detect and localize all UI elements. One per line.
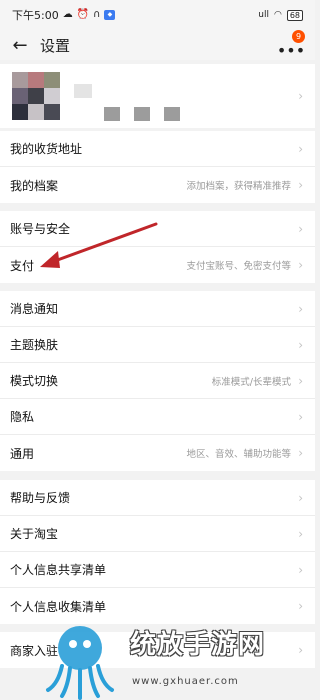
chevron-right-icon: › — [298, 490, 303, 505]
username-mosaic — [74, 84, 92, 98]
avatar — [12, 72, 60, 120]
settings-section-help: 帮助与反馈 › 关于淘宝 › 个人信息共享清单 › 个人信息收集清单 › — [0, 480, 315, 624]
avatar-mosaic-cell — [44, 88, 60, 104]
chevron-right-icon: › — [298, 409, 303, 424]
avatar-mosaic-cell — [12, 88, 28, 104]
row-label: 我的档案 — [10, 178, 59, 193]
settings-section-general: 消息通知 › 主题换肤 › 模式切换 标准模式/长辈模式 › 隐私 › 通用 地… — [0, 291, 315, 471]
avatar-mosaic-cell — [12, 72, 28, 88]
settings-row-general[interactable]: 通用 地区、音效、辅助功能等 › — [0, 435, 315, 471]
row-label: 消息通知 — [10, 302, 59, 316]
chevron-right-icon: › — [298, 178, 303, 192]
avatar-mosaic-cell — [12, 104, 28, 120]
row-label: 模式切换 — [10, 374, 59, 388]
account-mosaic — [134, 107, 150, 121]
row-hint: 地区、音效、辅助功能等 — [186, 449, 291, 460]
chevron-right-icon: › — [298, 446, 303, 460]
chevron-right-icon: › — [298, 141, 303, 156]
settings-row-merchant[interactable]: 商家入驻 › — [0, 632, 315, 668]
row-label: 账号与安全 — [10, 222, 71, 236]
settings-row-payment[interactable]: 支付 支付宝账号、免密支付等 › — [0, 247, 315, 283]
avatar-mosaic-cell — [28, 104, 44, 120]
chevron-right-icon: › — [298, 526, 303, 541]
status-left: 下午5:00 ☁ ⏰ ∩ ◆ — [12, 7, 116, 23]
row-label: 关于淘宝 — [10, 527, 59, 541]
status-bar: 下午5:00 ☁ ⏰ ∩ ◆ ull ◠ 68 — [0, 0, 315, 30]
row-label: 主题换肤 — [10, 338, 59, 352]
settings-row-theme[interactable]: 主题换肤 › — [0, 327, 315, 363]
chevron-right-icon: › — [298, 337, 303, 352]
row-hint: 标准模式/长辈模式 — [211, 376, 291, 388]
watermark-url: www.gxhuaer.com — [132, 676, 239, 687]
more-dots-icon: ••• — [276, 41, 306, 60]
settings-row-notifications[interactable]: 消息通知 › — [0, 291, 315, 327]
page-title: 设置 — [40, 36, 71, 55]
account-mosaic — [104, 107, 120, 121]
settings-row-account-security[interactable]: 账号与安全 › — [0, 211, 315, 247]
row-hint: 添加档案，获得精准推荐 — [186, 181, 291, 192]
settings-row-info-sharing[interactable]: 个人信息共享清单 › — [0, 552, 315, 588]
chevron-right-icon: › — [298, 562, 303, 577]
avatar-mosaic-cell — [28, 72, 44, 88]
avatar-mosaic-cell — [44, 72, 60, 88]
settings-row-mode[interactable]: 模式切换 标准模式/长辈模式 › — [0, 363, 315, 399]
app-notification-icon: ◆ — [104, 10, 116, 20]
settings-section-merchant: 商家入驻 › — [0, 632, 315, 668]
headset-icon: ∩ — [93, 9, 101, 20]
row-label: 支付 — [10, 258, 35, 273]
avatar-mosaic-cell — [28, 88, 44, 104]
cloud-icon: ☁ — [62, 9, 73, 20]
settings-section-account: 账号与安全 › 支付 支付宝账号、免密支付等 › — [0, 211, 315, 283]
profile-row[interactable]: › — [0, 64, 315, 128]
settings-row-address[interactable]: 我的收货地址 › — [0, 131, 315, 167]
row-label: 个人信息共享清单 — [10, 563, 107, 577]
chevron-right-icon: › — [298, 599, 303, 613]
wifi-icon: ◠ — [273, 10, 282, 20]
signal-icon: ull — [258, 10, 269, 20]
settings-row-info-collection[interactable]: 个人信息收集清单 › — [0, 588, 315, 624]
row-label: 商家入驻 — [10, 643, 59, 658]
more-button[interactable]: ••• 9 — [276, 30, 306, 60]
status-time: 下午5:00 — [12, 9, 59, 22]
row-label: 帮助与反馈 — [10, 491, 71, 505]
battery-icon: 68 — [286, 9, 303, 21]
settings-row-help[interactable]: 帮助与反馈 › — [0, 480, 315, 516]
row-hint: 支付宝账号、免密支付等 — [186, 261, 291, 272]
row-label: 通用 — [10, 446, 35, 461]
arrow-left-icon: ← — [12, 34, 28, 56]
row-label: 个人信息收集清单 — [10, 599, 107, 614]
nav-bar: ← 设置 ••• 9 — [0, 30, 315, 60]
chevron-right-icon: › — [298, 89, 303, 103]
row-label: 隐私 — [10, 410, 35, 424]
chevron-right-icon: › — [298, 643, 303, 657]
message-badge: 9 — [292, 30, 305, 43]
account-mosaic — [164, 107, 180, 121]
settings-row-about[interactable]: 关于淘宝 › — [0, 516, 315, 552]
status-right: ull ◠ 68 — [258, 9, 303, 21]
alarm-icon: ⏰ — [76, 9, 90, 20]
row-label: 我的收货地址 — [10, 142, 83, 156]
back-button[interactable]: ← — [0, 30, 40, 60]
chevron-right-icon: › — [298, 301, 303, 316]
profile-section: › — [0, 64, 315, 128]
settings-row-privacy[interactable]: 隐私 › — [0, 399, 315, 435]
settings-row-profile[interactable]: 我的档案 添加档案，获得精准推荐 › — [0, 167, 315, 203]
settings-section-address: 我的收货地址 › 我的档案 添加档案，获得精准推荐 › — [0, 131, 315, 203]
chevron-right-icon: › — [298, 373, 303, 388]
chevron-right-icon: › — [298, 258, 303, 272]
chevron-right-icon: › — [298, 221, 303, 236]
avatar-mosaic-cell — [44, 104, 60, 120]
